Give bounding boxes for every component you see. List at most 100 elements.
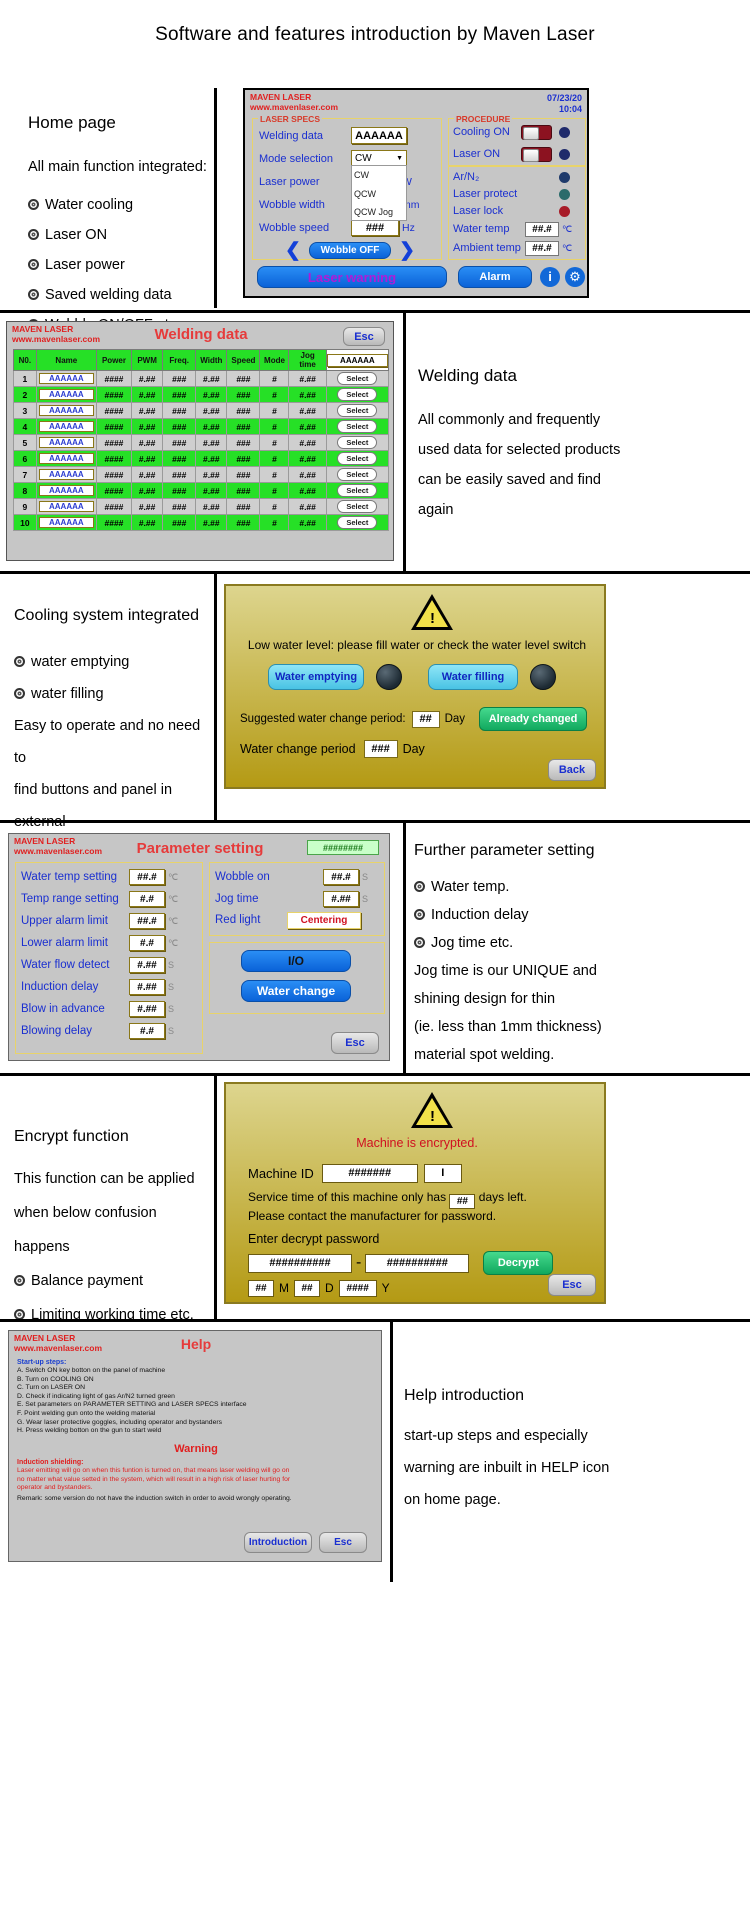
already-changed-button[interactable]: Already changed [479, 707, 588, 731]
water-change-button[interactable]: Water change [241, 980, 351, 1002]
cell-name[interactable]: AAAAAA [35, 482, 97, 499]
password-field-2[interactable]: ########## [365, 1253, 470, 1273]
field-value[interactable]: #.## [129, 957, 165, 973]
toggle-laser-on[interactable]: Laser ON [453, 144, 583, 164]
laser-on-switch[interactable] [521, 146, 552, 162]
cell-name[interactable]: AAAAAA [35, 386, 97, 403]
field-value[interactable]: #.## [323, 891, 359, 907]
gear-icon[interactable]: ⚙ [565, 267, 585, 287]
field-laser-power[interactable]: Laser power #### W [259, 171, 437, 192]
welding-data-value[interactable]: AAAAAA [351, 127, 407, 144]
select-button[interactable]: Select [337, 452, 378, 465]
water-change-period-value[interactable]: ### [363, 740, 398, 758]
cell-name[interactable]: AAAAAA [35, 514, 97, 531]
name-input[interactable]: AAAAAA [38, 389, 94, 400]
select-button[interactable]: Select [337, 404, 378, 417]
cell-name[interactable]: AAAAAA [35, 402, 97, 419]
introduction-button[interactable]: Introduction [244, 1532, 312, 1553]
field-value[interactable]: ##.# [323, 869, 359, 885]
name-input[interactable]: AAAAAA [38, 485, 94, 496]
water-filling-button[interactable]: Water filling [428, 664, 518, 690]
cooling-back-button[interactable]: Back [548, 759, 596, 781]
param-left-row-2[interactable]: Upper alarm limit ##.# ℃ [21, 910, 199, 932]
field-wobble-speed[interactable]: Wobble speed ### Hz [259, 217, 437, 238]
name-input[interactable]: AAAAAA [38, 469, 94, 480]
field-value[interactable]: ##.# [129, 869, 165, 885]
red-light-value[interactable]: Centering [287, 911, 361, 929]
info-icon[interactable]: i [540, 267, 560, 287]
param-right-row-1[interactable]: Jog time #.## S [215, 888, 381, 910]
param-right-row-0[interactable]: Wobble on ##.# S [215, 866, 381, 888]
param-left-row-3[interactable]: Lower alarm limit #.# ℃ [21, 932, 199, 954]
alarm-button[interactable]: Alarm [458, 266, 532, 288]
field-value[interactable]: #.## [129, 979, 165, 995]
password-field-1[interactable]: ########## [248, 1253, 352, 1273]
param-left-row-5[interactable]: Induction delay #.## S [21, 976, 199, 998]
select-button[interactable]: Select [337, 436, 378, 449]
name-input[interactable]: AAAAAA [38, 373, 94, 384]
table-row[interactable]: 3 AAAAAA #### #.## ### #.## ### # #.## Select [13, 402, 390, 419]
name-input[interactable]: AAAAAA [38, 517, 94, 528]
select-button[interactable]: Select [337, 468, 378, 481]
cell-name[interactable]: AAAAAA [35, 498, 97, 515]
field-value[interactable]: #.# [129, 891, 165, 907]
selected-name-value[interactable]: AAAAAA [326, 353, 388, 367]
toggle-cooling-on[interactable]: Cooling ON [453, 122, 583, 142]
welding-esc-button[interactable]: Esc [343, 327, 385, 346]
wobble-speed-value[interactable]: ### [351, 219, 399, 236]
cell-name[interactable]: AAAAAA [35, 450, 97, 467]
param-left-row-6[interactable]: Blow in advance #.## S [21, 998, 199, 1020]
name-input[interactable]: AAAAAA [38, 437, 94, 448]
mode-selection-options[interactable]: CW QCW QCW Jog [351, 165, 407, 221]
arrow-right-icon[interactable]: ❯ [399, 241, 415, 260]
table-row[interactable]: 5 AAAAAA #### #.## ### #.## ### # #.## Select [13, 434, 390, 451]
field-value[interactable]: ##.# [129, 913, 165, 929]
field-mode-selection[interactable]: Mode selection CW ▼ [259, 148, 437, 169]
help-esc-button[interactable]: Esc [319, 1532, 367, 1553]
mode-option-0[interactable]: CW [354, 166, 406, 185]
param-left-row-7[interactable]: Blowing delay #.# S [21, 1020, 199, 1042]
table-row[interactable]: 7 AAAAAA #### #.## ### #.## ### # #.## Select [13, 466, 390, 483]
cell-name[interactable]: AAAAAA [35, 418, 97, 435]
name-input[interactable]: AAAAAA [38, 405, 94, 416]
field-value[interactable]: #.## [129, 1001, 165, 1017]
mode-option-1[interactable]: QCW [354, 185, 406, 204]
table-row[interactable]: 6 AAAAAA #### #.## ### #.## ### # #.## Select [13, 450, 390, 467]
cell-name[interactable]: AAAAAA [35, 466, 97, 483]
select-button[interactable]: Select [337, 500, 378, 513]
date-year-value[interactable]: #### [338, 1279, 377, 1297]
io-button[interactable]: I/O [241, 950, 351, 972]
name-input[interactable]: AAAAAA [38, 421, 94, 432]
select-button[interactable]: Select [337, 484, 378, 497]
encrypt-esc-button[interactable]: Esc [548, 1274, 596, 1296]
table-row[interactable]: 4 AAAAAA #### #.## ### #.## ### # #.## Select [13, 418, 390, 435]
table-row[interactable]: 9 AAAAAA #### #.## ### #.## ### # #.## Select [13, 498, 390, 515]
table-row[interactable]: 8 AAAAAA #### #.## ### #.## ### # #.## Select [13, 482, 390, 499]
select-button[interactable]: Select [337, 372, 378, 385]
select-button[interactable]: Select [337, 516, 378, 529]
date-day-value[interactable]: ## [294, 1279, 320, 1297]
table-row[interactable]: 1 AAAAAA #### #.## ### #.## ### # #.## Select [13, 370, 390, 387]
param-esc-button[interactable]: Esc [331, 1032, 379, 1054]
name-input[interactable]: AAAAAA [38, 453, 94, 464]
water-emptying-button[interactable]: Water emptying [268, 664, 364, 690]
field-wobble-width[interactable]: Wobble width #.## mm [259, 194, 437, 215]
field-value[interactable]: #.# [129, 1023, 165, 1039]
param-left-row-1[interactable]: Temp range setting #.# ℃ [21, 888, 199, 910]
field-value[interactable]: #.# [129, 935, 165, 951]
decrypt-button[interactable]: Decrypt [483, 1251, 554, 1275]
table-row[interactable]: 2 AAAAAA #### #.## ### #.## ### # #.## Select [13, 386, 390, 403]
param-left-row-4[interactable]: Water flow detect #.## S [21, 954, 199, 976]
select-button[interactable]: Select [337, 420, 378, 433]
wobble-toggle-button[interactable]: Wobble OFF [309, 241, 391, 259]
cell-name[interactable]: AAAAAA [35, 370, 97, 387]
select-button[interactable]: Select [337, 388, 378, 401]
cooling-on-switch[interactable] [521, 124, 552, 140]
mode-option-2[interactable]: QCW Jog [354, 203, 406, 222]
table-row[interactable]: 10 AAAAAA #### #.## ### #.## ### # #.## Select [13, 514, 390, 531]
date-month-value[interactable]: ## [248, 1279, 274, 1297]
cell-name[interactable]: AAAAAA [35, 434, 97, 451]
field-welding-data[interactable]: Welding data AAAAAA [259, 125, 437, 146]
laser-warning-button[interactable]: Laser warning [257, 266, 447, 288]
param-left-row-0[interactable]: Water temp setting ##.# ℃ [21, 866, 199, 888]
